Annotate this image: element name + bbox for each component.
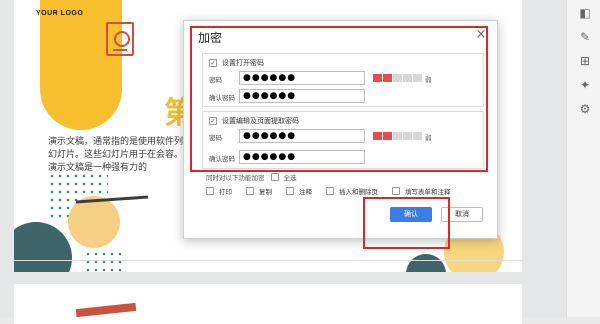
option-insert-delete[interactable]: 插入和删除页 (326, 186, 378, 196)
password-label: 密码 (209, 76, 222, 84)
decorative-shape (40, 0, 122, 130)
password-label: 密码 (209, 134, 222, 142)
also-encrypt-label: 同时对以下功能加密 (206, 174, 265, 182)
edit-password-checkbox-row[interactable]: ✓ 设置编辑及页面提取密码 (209, 116, 299, 126)
edit-password-input[interactable]: ●●●●●● (239, 129, 365, 143)
checkbox[interactable] (246, 187, 254, 195)
confirm-password-label: 确认密码 (209, 155, 235, 163)
strength-label: 弱 (425, 76, 432, 84)
slide-divider (14, 260, 522, 261)
open-password-checkbox-label: 设置打开密码 (222, 59, 264, 67)
option-label: 打印 (219, 188, 232, 196)
workspace: YOUR LOGO 第 演示文稿，通常指的是使用软件列幻灯片。这些幻灯片用于在会… (0, 0, 600, 324)
open-password-confirm-input[interactable]: ●●●●●● (239, 89, 365, 103)
checkbox[interactable] (286, 187, 294, 195)
decorative-circle (14, 222, 72, 272)
presentation-icon (106, 22, 134, 56)
strength-label: 弱 (425, 134, 432, 142)
select-all-checkbox[interactable] (270, 173, 279, 181)
option-label: 复制 (259, 188, 272, 196)
checkbox-checked-icon[interactable]: ✓ (209, 59, 217, 67)
checkbox[interactable] (326, 187, 334, 195)
option-fill-forms[interactable]: 填写表单和注释 (392, 186, 451, 196)
option-copy[interactable]: 复制 (246, 186, 272, 196)
properties-icon[interactable]: ◧ (578, 6, 592, 20)
confirm-password-label: 确认密码 (209, 94, 235, 102)
open-password-input[interactable]: ●●●●●● (239, 71, 365, 85)
checkbox[interactable] (392, 187, 400, 195)
option-annotate[interactable]: 注释 (286, 186, 312, 196)
layout-icon[interactable]: ⊞ (578, 54, 592, 68)
dialog-title: 加密 (198, 31, 223, 45)
decorative-shape (75, 302, 137, 318)
animation-icon[interactable]: ✦ (578, 78, 592, 92)
select-all-label: 全选 (283, 174, 297, 182)
confirm-button[interactable]: 确认 (390, 207, 432, 222)
option-print[interactable]: 打印 (206, 186, 232, 196)
edit-password-confirm-input[interactable]: ●●●●●● (239, 150, 365, 164)
also-encrypt-row: 同时对以下功能加密 全选 (206, 172, 297, 182)
edit-password-strength-meter (373, 132, 423, 140)
open-password-checkbox-row[interactable]: ✓ 设置打开密码 (209, 58, 264, 68)
edit-password-checkbox-label: 设置编辑及页面提取密码 (222, 117, 299, 125)
dot-pattern (84, 250, 124, 272)
option-label: 插入和删除页 (339, 188, 378, 196)
permission-options: 打印 复制 注释 插入和删除页 填写表单和注释 (206, 186, 465, 196)
option-label: 注释 (299, 188, 312, 196)
cancel-button[interactable]: 取消 (441, 207, 483, 222)
checkbox[interactable] (206, 187, 214, 195)
slide-logo: YOUR LOGO (36, 10, 84, 17)
encrypt-dialog: 加密 × ✓ 设置打开密码 密码 ●●●●●● 弱 确认密码 ●●●●●● ✓ … (183, 20, 498, 239)
open-password-strength-meter (373, 74, 423, 82)
option-label: 填写表单和注释 (405, 188, 451, 196)
edit-password-group: ✓ 设置编辑及页面提取密码 密码 ●●●●●● 弱 确认密码 ●●●●●● (202, 111, 484, 169)
checkbox-checked-icon[interactable]: ✓ (209, 117, 217, 125)
design-icon[interactable]: ✎ (578, 30, 592, 44)
decorative-circle (406, 254, 446, 272)
settings-icon[interactable]: ⚙ (578, 102, 592, 116)
open-password-group: ✓ 设置打开密码 密码 ●●●●●● 弱 确认密码 ●●●●●● (202, 53, 484, 107)
slide-body-text: 演示文稿，通常指的是使用软件列幻灯片。这些幻灯片用于在会容。演示文稿是一种强有力… (48, 137, 184, 173)
close-icon[interactable]: × (473, 27, 489, 43)
decorative-circle (68, 196, 120, 248)
right-toolbar: ◧ ✎ ⊞ ✦ ⚙ (566, 0, 600, 317)
slide-2[interactable] (14, 284, 522, 324)
